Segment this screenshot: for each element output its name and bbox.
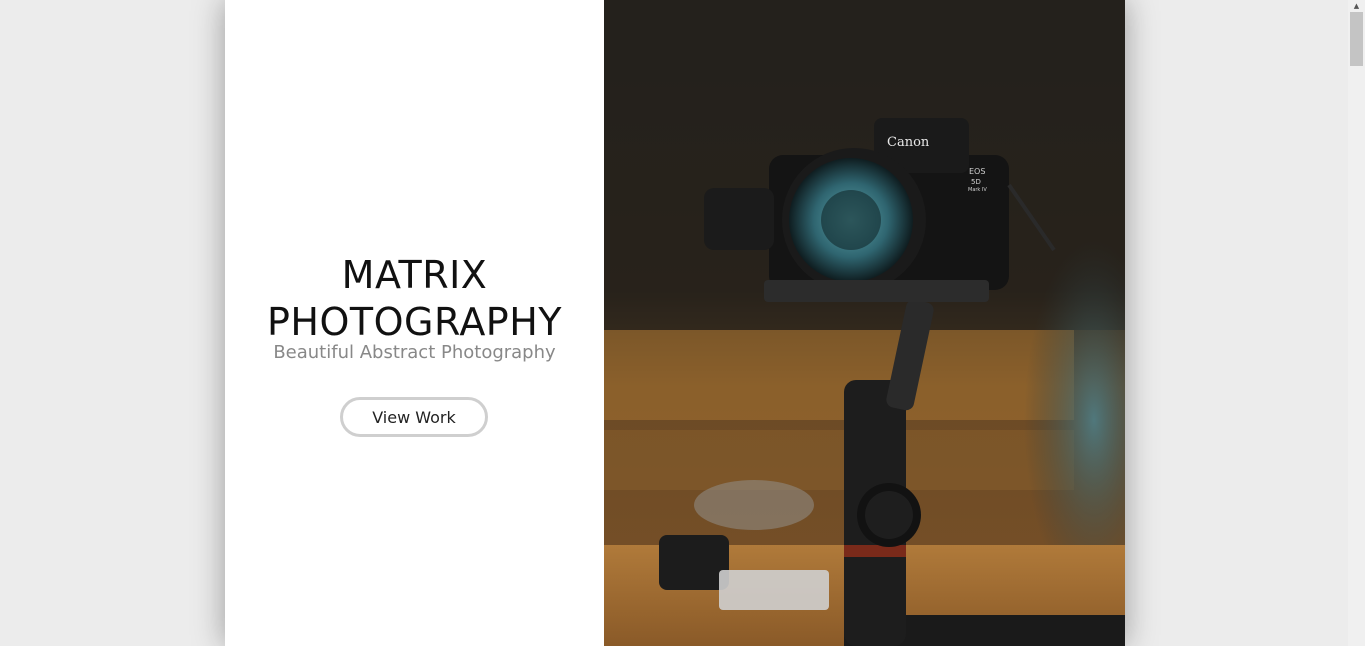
view-work-button[interactable]: View Work <box>340 397 488 437</box>
hero-photo: Canon EOS 5D Mark IV <box>604 0 1125 646</box>
camera-brand: Canon <box>887 135 930 150</box>
camera-model-3: Mark IV <box>968 187 987 193</box>
camera-model-1: EOS <box>969 167 985 176</box>
site-title-line1: MATRIX <box>341 253 488 297</box>
hero-text-panel: MATRIX PHOTOGRAPHY Beautiful Abstract Ph… <box>225 0 604 646</box>
site-title-line2: PHOTOGRAPHY <box>266 300 563 344</box>
scroll-up-icon[interactable]: ▲ <box>1348 0 1365 12</box>
site-title: MATRIX PHOTOGRAPHY <box>225 252 604 346</box>
camera-model-2: 5D <box>971 178 981 186</box>
scroll-thumb[interactable] <box>1350 12 1363 66</box>
site-subtitle: Beautiful Abstract Photography <box>273 342 556 363</box>
page-scrollbar[interactable]: ▲ <box>1348 0 1365 646</box>
hero-section: MATRIX PHOTOGRAPHY Beautiful Abstract Ph… <box>225 0 1125 646</box>
camera-photo-image: Canon EOS 5D Mark IV <box>604 0 1125 646</box>
